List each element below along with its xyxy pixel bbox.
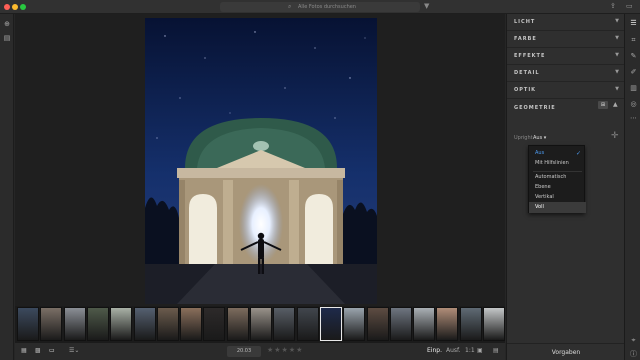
section-optik[interactable]: OPTIK ▼ [507, 82, 625, 99]
presets-button[interactable]: Vorgaben [507, 343, 625, 360]
compare-icon[interactable]: ▣ [477, 347, 483, 354]
option-label: Vertikal [535, 194, 554, 200]
rating-stars[interactable]: ★★★★★ [267, 346, 303, 354]
section-label: EFFEKTE [514, 53, 546, 59]
filmstrip-thumbnail[interactable] [296, 307, 319, 341]
section-label: OPTIK [514, 87, 537, 93]
section-farbe[interactable]: FARBE ▼ [507, 31, 625, 48]
linear-gradient-icon[interactable]: ▥ [629, 84, 638, 93]
filmstrip-thumbnail[interactable] [483, 307, 505, 341]
search-icon: ⌕ [288, 3, 292, 10]
chevron-down-icon: ▼ [615, 35, 619, 41]
section-label: DETAIL [514, 70, 540, 76]
filmstrip-thumbnail[interactable] [366, 307, 389, 341]
search-input[interactable]: ⌕ Alle Fotos durchsuchen [220, 2, 420, 12]
filmstrip-thumbnail[interactable] [389, 307, 412, 341]
sort-icon[interactable]: ☰⌄ [69, 347, 79, 354]
search-placeholder: Alle Fotos durchsuchen [298, 4, 356, 10]
brush-icon[interactable]: ✐ [629, 68, 638, 77]
chevron-down-icon: ▼ [615, 52, 619, 58]
grid-view-icon[interactable]: ▦ [21, 347, 27, 354]
option-voll[interactable]: Voll [529, 202, 586, 213]
detail-view-icon[interactable]: ▭ [49, 347, 55, 354]
fill-zoom-button[interactable]: Ausf. [446, 347, 461, 354]
bottom-bar: ▦ ▩ ▭ ☰⌄ 20.03 ★★★★★ Einp. Ausf. 1:1 ▣ ▤ [15, 342, 505, 360]
chevron-down-icon: ▼ [615, 18, 619, 24]
filmstrip-thumbnail[interactable] [226, 307, 249, 341]
option-label: Ebene [535, 184, 551, 190]
upright-select[interactable]: Aus ▾ [533, 135, 546, 141]
filmstrip-thumbnail[interactable] [250, 307, 272, 341]
add-photos-icon[interactable]: ⊕ [3, 20, 11, 28]
crop-icon[interactable]: ⌗ [629, 36, 638, 45]
filmstrip-thumbnail[interactable] [40, 307, 63, 341]
library-icon[interactable]: ▤ [3, 34, 11, 42]
photo-image [145, 18, 377, 304]
date-display: 20.03 [227, 346, 261, 357]
edit-panel: LICHT ▼ FARBE ▼ EFFEKTE ▼ DETAIL ▼ OPTIK… [506, 14, 625, 360]
section-licht[interactable]: LICHT ▼ [507, 14, 625, 31]
left-toolbar: ⊕ ▤ [0, 14, 14, 360]
filmstrip-thumbnail[interactable] [273, 307, 296, 341]
edit-sliders-icon[interactable]: ☰ [629, 19, 638, 28]
square-grid-icon[interactable]: ▩ [35, 347, 41, 354]
chevron-down-icon: ▼ [615, 86, 619, 92]
filter-icon[interactable]: ▼ [424, 2, 429, 10]
minimize-window-button[interactable] [12, 4, 18, 10]
upright-dropdown: Aus ✓ Mit Hilfslinien Automatisch Ebene … [528, 145, 586, 213]
crosshair-icon[interactable]: ✛ [611, 131, 619, 141]
filmstrip-thumbnail[interactable] [413, 307, 436, 341]
filmstrip [15, 306, 505, 342]
filmstrip-thumbnail[interactable] [133, 307, 156, 341]
filmstrip-thumbnail[interactable] [17, 307, 39, 341]
filmstrip-thumbnail[interactable] [459, 307, 482, 341]
filmstrip-thumbnail[interactable] [319, 307, 342, 341]
guided-upright-icon[interactable]: ⊞ [598, 101, 608, 109]
section-label: GEOMETRIE [514, 105, 556, 111]
section-label: FARBE [514, 36, 537, 42]
chevron-up-icon[interactable]: ▲ [613, 101, 618, 108]
main-photo[interactable] [145, 18, 377, 304]
section-label: LICHT [514, 19, 536, 25]
chevron-down-icon: ▼ [615, 69, 619, 75]
app-window: ⌕ Alle Fotos durchsuchen ▼ ⇪ ▭ ⊕ ▤ ▦ ▩ ▭… [0, 0, 640, 360]
filmstrip-thumbnail[interactable] [343, 307, 366, 341]
edit-tool-strip: ☰ ⌗ ✎ ✐ ▥ ◎ ⋯ ⌖ ⓘ [624, 14, 640, 360]
filmstrip-thumbnail[interactable] [86, 307, 109, 341]
info-icon[interactable]: ▤ [493, 347, 499, 354]
radial-gradient-icon[interactable]: ◎ [629, 100, 638, 109]
one-to-one-zoom-button[interactable]: 1:1 [465, 347, 475, 354]
title-bar: ⌕ Alle Fotos durchsuchen ▼ ⇪ ▭ [0, 0, 640, 14]
section-effekte[interactable]: EFFEKTE ▼ [507, 48, 625, 65]
share-icon[interactable]: ⇪ [610, 2, 616, 10]
more-icon[interactable]: ⋯ [629, 114, 638, 123]
photo-canvas [15, 14, 505, 306]
filmstrip-thumbnail[interactable] [63, 307, 86, 341]
upright-label: Upright [514, 135, 533, 141]
fit-zoom-button[interactable]: Einp. [427, 347, 442, 354]
option-label: Mit Hilfslinien [535, 160, 569, 166]
panel-icon[interactable]: ▭ [626, 2, 633, 10]
zoom-window-button[interactable] [20, 4, 26, 10]
option-label: Automatisch [535, 174, 567, 180]
option-label: Aus [535, 150, 545, 156]
healing-brush-icon[interactable]: ✎ [629, 52, 638, 61]
info-icon[interactable]: ⓘ [629, 350, 638, 359]
filmstrip-thumbnail[interactable] [180, 307, 203, 341]
section-detail[interactable]: DETAIL ▼ [507, 65, 625, 82]
filmstrip-thumbnail[interactable] [436, 307, 459, 341]
option-label: Voll [535, 204, 544, 210]
filmstrip-thumbnail[interactable] [156, 307, 179, 341]
option-mit-hilfslinien[interactable]: Mit Hilfslinien [529, 158, 586, 169]
filmstrip-thumbnail[interactable] [203, 307, 226, 341]
filmstrip-thumbnail[interactable] [110, 307, 133, 341]
section-geometrie[interactable]: GEOMETRIE ⊞ ▲ [507, 100, 625, 117]
tag-icon[interactable]: ⌖ [629, 336, 638, 345]
close-window-button[interactable] [4, 4, 10, 10]
upright-value: Aus [533, 135, 543, 141]
